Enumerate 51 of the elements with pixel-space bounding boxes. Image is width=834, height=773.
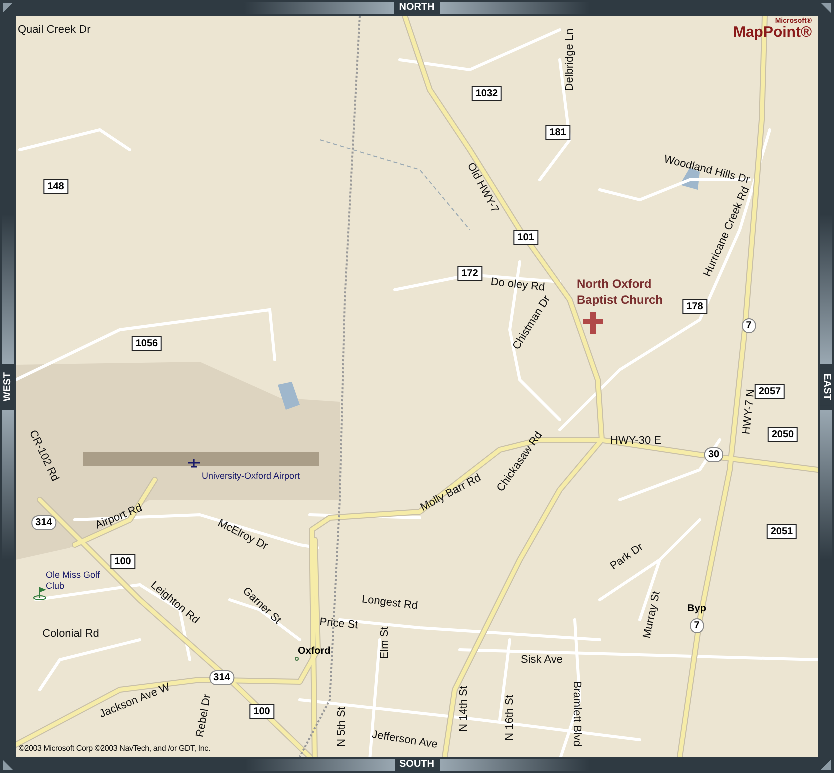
street-label: HWY-7 N [740, 388, 758, 436]
route-shield: 314 [210, 670, 234, 686]
route-shield: 30 [704, 448, 724, 462]
airport-label: University-Oxford Airport [202, 471, 302, 482]
route-shield: 148 [44, 180, 68, 194]
street-label: Molly Barr Rd [418, 472, 484, 514]
street-label: Jefferson Ave [371, 728, 439, 752]
airplane-icon [187, 458, 201, 468]
copyright-text: ©2003 Microsoft Corp ©2003 NavTech, and /or GDT, Inc. [19, 744, 211, 753]
street-label: HWY-30 E [610, 435, 662, 447]
street-label: Price St [319, 616, 359, 632]
route-shield: 101 [514, 230, 538, 246]
town-label: Oxford [298, 646, 331, 657]
street-label: Quail Creek Dr [18, 24, 91, 36]
pan-arrow-icon[interactable] [3, 760, 13, 770]
pan-arrow-icon[interactable] [821, 760, 831, 770]
route-shield: 178 [682, 300, 708, 314]
street-label: Airport Rd [94, 502, 144, 532]
pan-arrow-icon[interactable] [3, 3, 13, 13]
street-label: Rebel Dr [194, 694, 214, 738]
route-shield: 172 [458, 266, 482, 282]
street-label: Delbridge Ln [564, 28, 576, 92]
church-label: North Oxford Baptist Church [577, 276, 664, 308]
cross-icon [583, 312, 603, 334]
route-shield: 100 [110, 554, 136, 570]
pan-arrow-icon[interactable] [821, 3, 831, 13]
route-shield: 314 [32, 516, 56, 530]
route-shield: Byp [686, 602, 708, 616]
town-dot-icon [295, 657, 299, 661]
route-shield: 7 [690, 618, 704, 634]
route-shield: 100 [250, 704, 274, 720]
street-label: Do oley Rd [490, 276, 546, 294]
street-label: Murray St [641, 590, 663, 640]
street-label: Elm St [379, 626, 391, 660]
golf-flag-icon [33, 587, 47, 601]
route-shield: 2051 [766, 524, 798, 540]
route-shield: 1032 [472, 86, 502, 102]
street-label: Sisk Ave [521, 654, 563, 666]
golf-club-label: Ole Miss Golf Club [46, 570, 102, 592]
route-shield: 2050 [768, 428, 798, 442]
street-label: N 14th St [458, 686, 470, 732]
street-label: Bramlett Blvd [571, 681, 583, 747]
route-shield: 2057 [754, 384, 786, 400]
route-shield: 7 [742, 318, 756, 334]
street-label: Longest Rd [361, 594, 419, 612]
street-label: N 16th St [504, 695, 516, 741]
street-label: N 5th St [336, 707, 348, 747]
route-shield: 181 [546, 126, 570, 140]
street-label: Park Dr [608, 541, 646, 573]
street-label: Colonial Rd [42, 628, 100, 640]
route-shield: 1056 [132, 336, 162, 352]
